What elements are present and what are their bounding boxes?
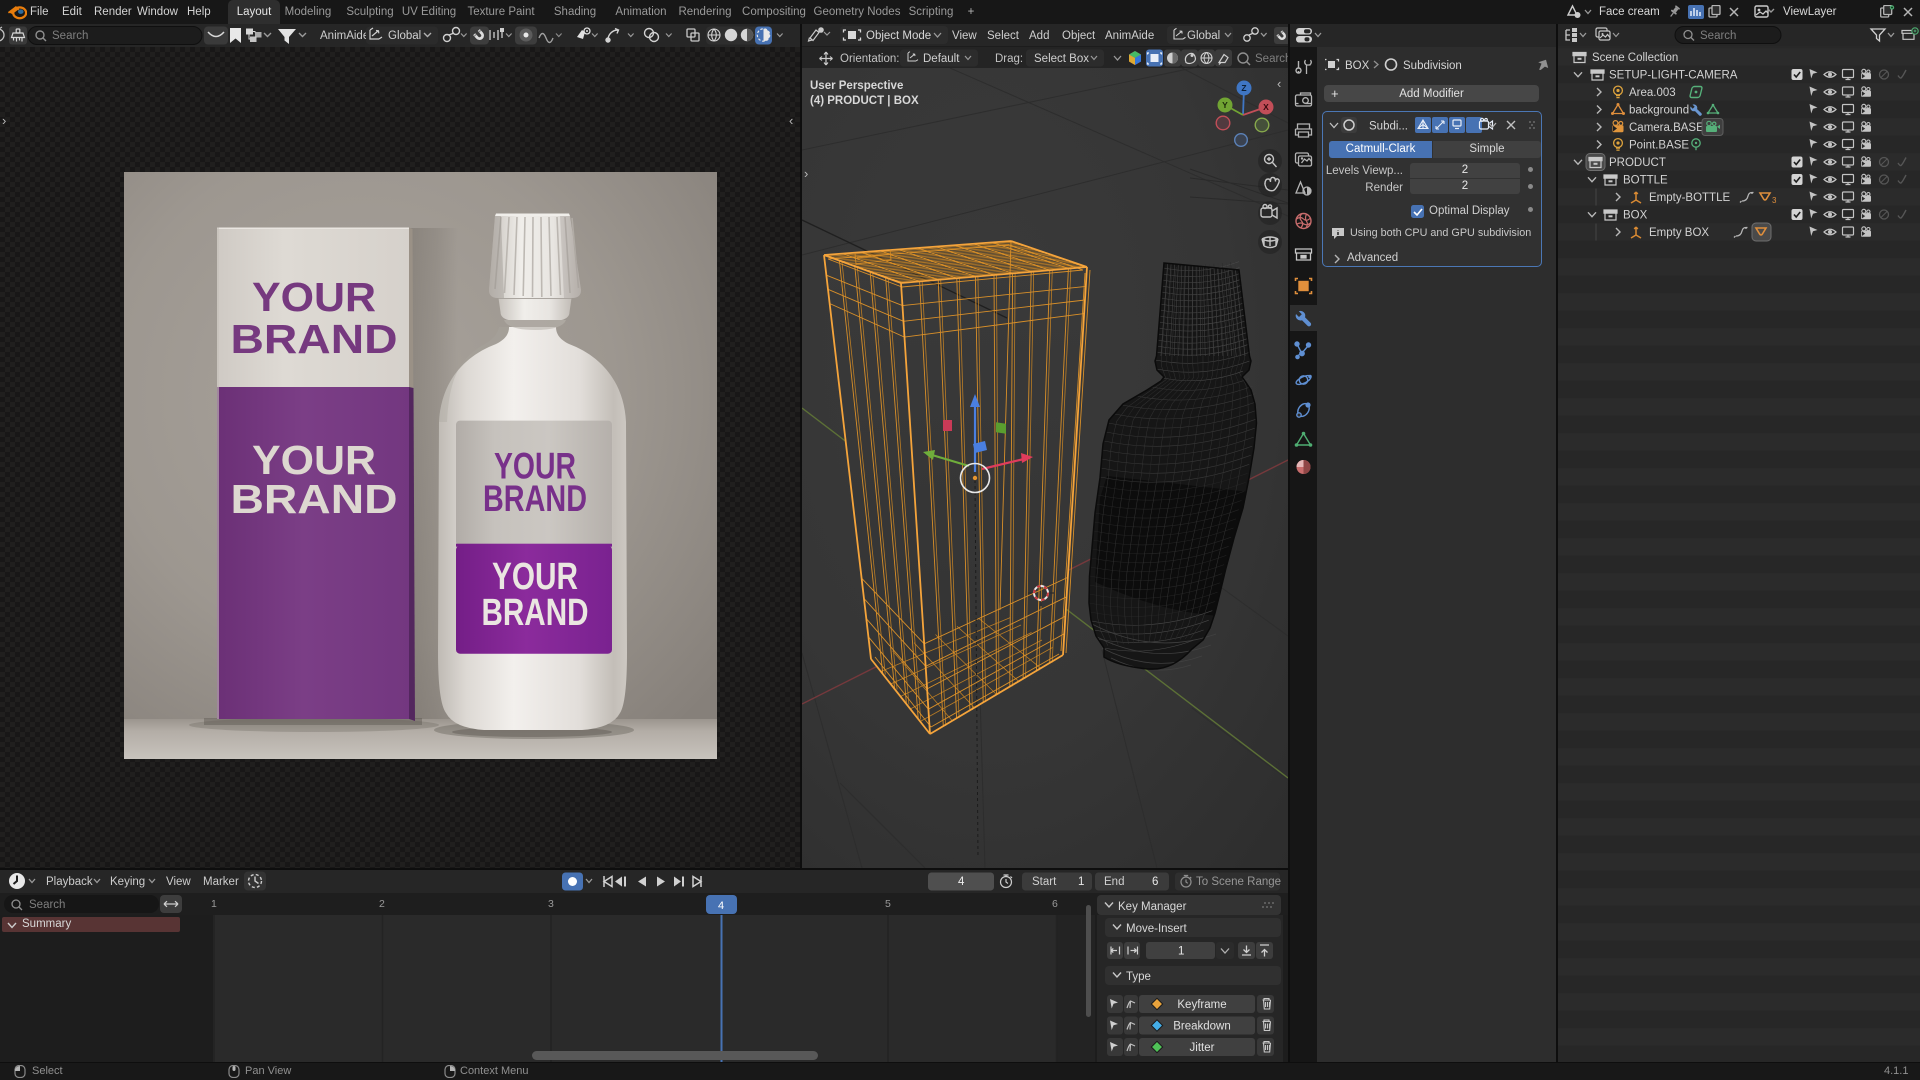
svg-text:Global: Global: [388, 30, 421, 42]
svg-text:6: 6: [1052, 898, 1058, 910]
svg-text:Select Box: Select Box: [1034, 53, 1089, 65]
svg-text:View: View: [166, 876, 191, 888]
svg-text:Playback: Playback: [46, 876, 93, 888]
svg-text:Select: Select: [987, 30, 1020, 42]
svg-text:X: X: [1263, 102, 1269, 112]
svg-text:Subdivision: Subdivision: [1403, 60, 1462, 72]
svg-text:Drag:: Drag:: [995, 53, 1023, 65]
svg-text:4: 4: [958, 876, 965, 888]
svg-text:AnimAide: AnimAide: [1105, 30, 1154, 42]
svg-text:Scene Collection: Scene Collection: [1592, 52, 1678, 64]
svg-text:BOTTLE: BOTTLE: [1623, 175, 1668, 187]
svg-text:Subdi...: Subdi...: [1369, 121, 1408, 133]
svg-text:3: 3: [1772, 196, 1777, 205]
svg-text:Search: Search: [29, 899, 65, 911]
svg-text:Orientation:: Orientation:: [840, 53, 899, 65]
svg-text:BRAND: BRAND: [482, 592, 589, 634]
svg-text:End: End: [1104, 876, 1124, 888]
svg-text:Add: Add: [1029, 30, 1049, 42]
svg-text:To Scene Range: To Scene Range: [1196, 876, 1281, 888]
svg-text:Object Mode: Object Mode: [866, 30, 931, 42]
svg-text:Y: Y: [1222, 100, 1228, 110]
svg-text:Breakdown: Breakdown: [1173, 1021, 1231, 1033]
svg-text:Empty-BOTTLE: Empty-BOTTLE: [1649, 192, 1730, 204]
svg-text:5: 5: [885, 898, 891, 910]
svg-text:Empty BOX: Empty BOX: [1649, 227, 1709, 239]
svg-text:PRODUCT: PRODUCT: [1609, 157, 1666, 169]
svg-text:Move-Insert: Move-Insert: [1126, 923, 1188, 935]
svg-text:Start: Start: [1032, 876, 1057, 888]
svg-text:6: 6: [1152, 876, 1158, 888]
svg-text:Search: Search: [52, 30, 88, 42]
svg-text:2: 2: [379, 898, 385, 910]
svg-text:Default: Default: [923, 53, 960, 65]
svg-text:Keyframe: Keyframe: [1177, 999, 1226, 1011]
svg-text:Keying: Keying: [110, 876, 145, 888]
svg-text:Area.003: Area.003: [1629, 87, 1676, 99]
svg-text:BRAND: BRAND: [231, 316, 398, 362]
svg-text:background: background: [1629, 105, 1689, 117]
svg-text:BOX: BOX: [1623, 210, 1648, 222]
svg-text:Point.BASE: Point.BASE: [1629, 140, 1689, 152]
svg-text:Key Manager: Key Manager: [1118, 901, 1187, 913]
svg-text:Camera.BASE: Camera.BASE: [1629, 122, 1704, 134]
svg-text:1: 1: [211, 898, 217, 910]
svg-text:3: 3: [548, 898, 554, 910]
svg-text:1: 1: [1178, 946, 1184, 958]
svg-text:View: View: [952, 30, 977, 42]
svg-text:YOUR: YOUR: [252, 274, 376, 320]
svg-text:Search: Search: [1255, 53, 1288, 65]
svg-text:Search: Search: [1700, 30, 1736, 42]
svg-text:Type: Type: [1126, 971, 1151, 983]
svg-text:SETUP-LIGHT-CAMERA: SETUP-LIGHT-CAMERA: [1609, 70, 1738, 82]
svg-text:Marker: Marker: [203, 876, 239, 888]
svg-text:1: 1: [1078, 876, 1084, 888]
svg-text:Object: Object: [1062, 30, 1096, 42]
svg-text:Global: Global: [1187, 30, 1220, 42]
svg-text:Z: Z: [1241, 83, 1246, 93]
svg-text:BRAND: BRAND: [483, 478, 587, 519]
svg-text:4: 4: [718, 900, 724, 912]
svg-text:Jitter: Jitter: [1190, 1042, 1215, 1054]
svg-text:BRAND: BRAND: [231, 476, 398, 522]
svg-text:AnimAide: AnimAide: [320, 30, 369, 42]
svg-text:BOX: BOX: [1345, 60, 1370, 72]
